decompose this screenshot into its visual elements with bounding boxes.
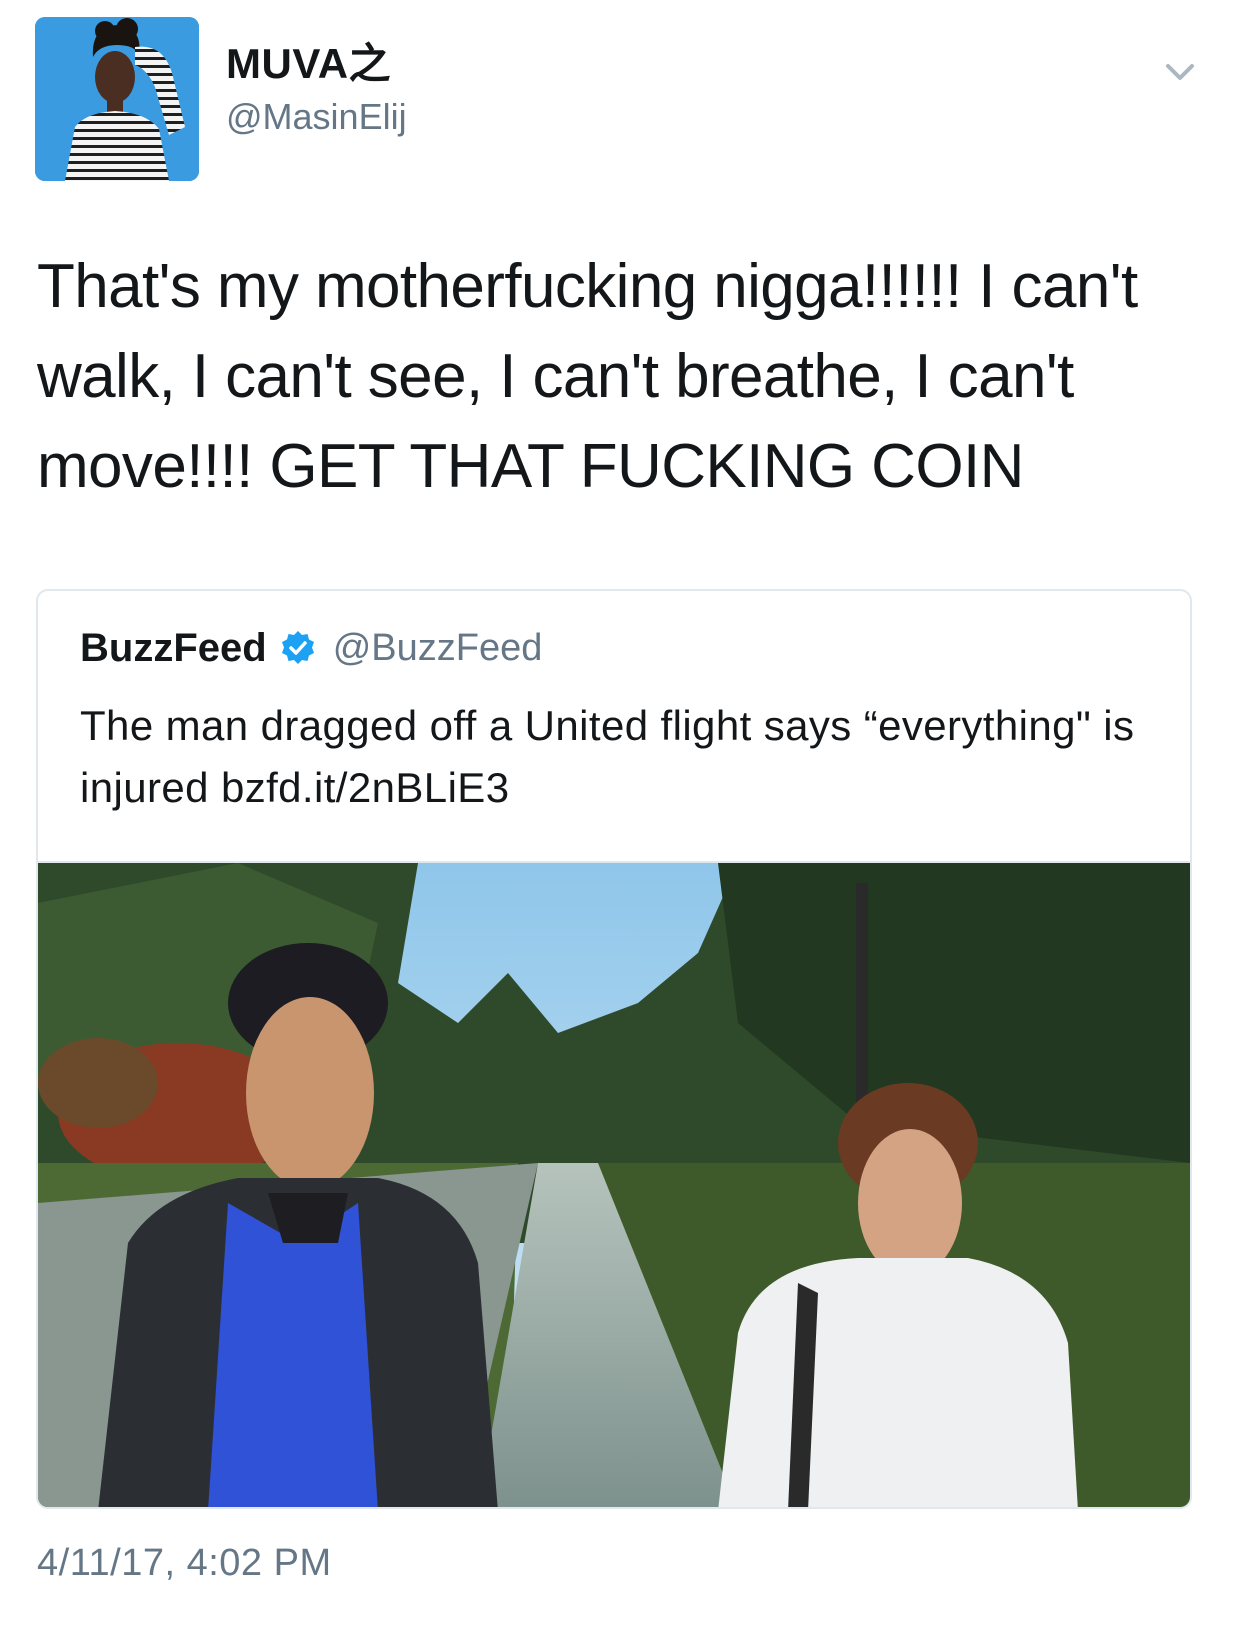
avatar[interactable]	[35, 17, 199, 181]
avatar-photo	[35, 17, 199, 181]
quoted-tweet-header: BuzzFeed @BuzzFeed	[80, 623, 542, 673]
quoted-handle: @BuzzFeed	[332, 626, 543, 669]
quoted-tweet-text: The man dragged off a United flight says…	[80, 702, 1135, 811]
quoted-tweet-photo[interactable]	[38, 861, 1190, 1507]
quoted-tweet-card[interactable]: BuzzFeed @BuzzFeed The man dragged off a…	[36, 589, 1192, 1509]
user-handle[interactable]: @MasinElij	[226, 94, 407, 140]
tweet: MUVA之 @MasinElij That's my motherfucking…	[0, 0, 1242, 1652]
tweet-text: That's my motherfucking nigga!!!!!! I ca…	[37, 252, 1138, 501]
quoted-display-name: BuzzFeed	[80, 625, 267, 670]
chevron-down-icon[interactable]	[1160, 52, 1200, 92]
user-info: MUVA之 @MasinElij	[226, 40, 407, 140]
display-name[interactable]: MUVA之	[226, 40, 407, 88]
tweet-timestamp[interactable]: 4/11/17, 4:02 PM	[37, 1542, 332, 1585]
verified-badge-icon	[279, 629, 317, 667]
